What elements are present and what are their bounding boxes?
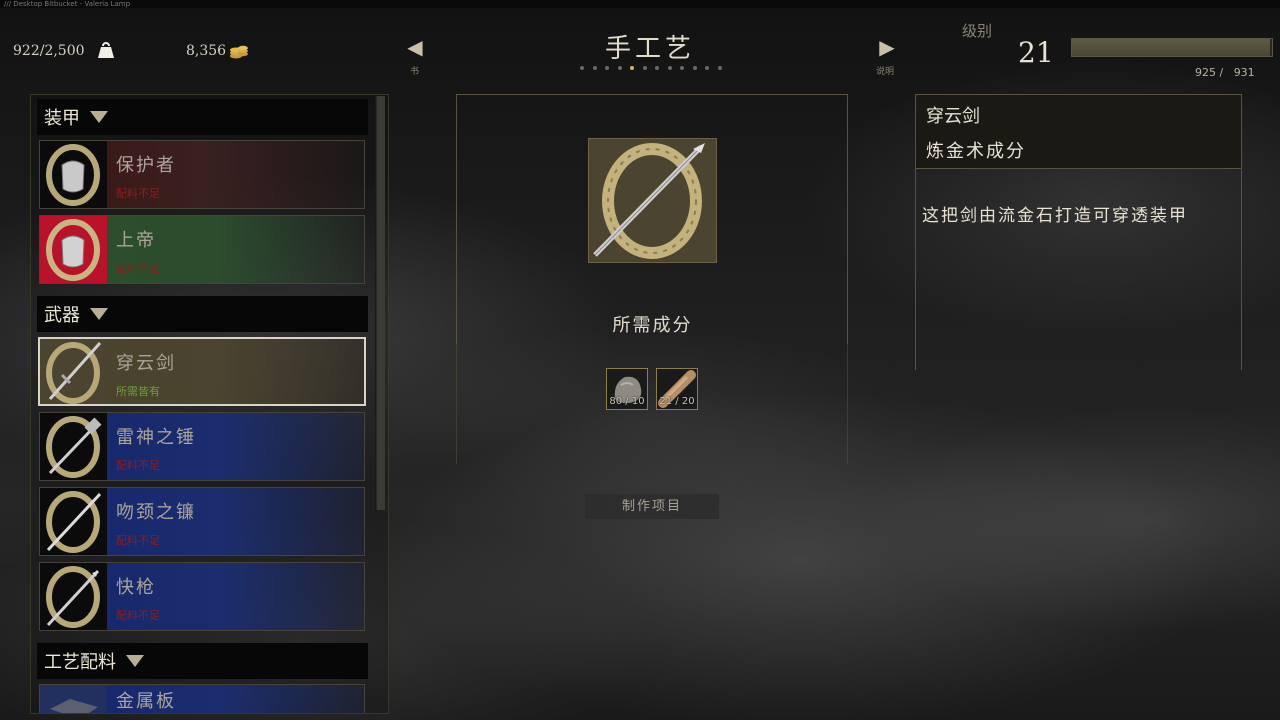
armor-chestplate-icon (40, 216, 107, 283)
prev-page-arrow-icon[interactable]: ◀ (403, 35, 427, 59)
xp-text: 925 / 931 (1195, 66, 1255, 79)
page-dot (617, 66, 622, 70)
page-dot (692, 66, 697, 70)
recipe-name: 穿云剑 (116, 353, 176, 374)
page-dot (630, 66, 635, 70)
scythe-icon (40, 488, 107, 555)
recipe-list-panel: 装甲 保护者 配料不足 上帝 配料不足 武器 穿云剑 所需皆有 雷神之锤 配料不… (30, 94, 389, 714)
recipe-item-god[interactable]: 上帝 配料不足 (39, 215, 365, 284)
gold-coins-icon (230, 45, 248, 59)
ingredient-count: 80 / 10 (609, 396, 645, 407)
item-detail-description: 这把剑由流金石打造可穿透装甲 (922, 206, 1188, 226)
sword-icon (40, 339, 107, 404)
recipe-name: 保护者 (116, 155, 176, 176)
carry-weight: 922/2,500 (13, 43, 85, 59)
recipe-status: 配料不足 (116, 187, 160, 200)
next-page-label: 说明 (876, 67, 895, 77)
category-header-weapons[interactable]: 武器 (37, 296, 368, 332)
recipe-item-neck-scythe[interactable]: 吻颈之镰 配料不足 (39, 487, 365, 556)
collapse-triangle-icon (90, 308, 108, 320)
level-value: 21 (1018, 36, 1054, 69)
page-dot (705, 66, 710, 70)
recipe-status: 所需皆有 (116, 385, 160, 398)
category-header-materials[interactable]: 工艺配料 (37, 643, 368, 679)
recipe-list-scrollbar[interactable] (375, 96, 385, 510)
recipe-name: 快枪 (116, 577, 156, 598)
page-dot (680, 66, 685, 70)
recipe-name: 吻颈之镰 (116, 502, 196, 523)
recipe-name: 金属板 (116, 691, 176, 712)
category-label: 武器 (44, 305, 80, 326)
recipe-name: 上帝 (116, 230, 156, 251)
xp-progress-fill (1072, 39, 1270, 56)
weight-icon (98, 42, 114, 58)
recipe-item-protector[interactable]: 保护者 配料不足 (39, 140, 365, 209)
category-header-armor[interactable]: 装甲 (37, 99, 368, 135)
recipe-item-metal-plate[interactable]: 金属板 (39, 684, 365, 713)
gold-amount: 8,356 (186, 43, 227, 59)
page-dot (655, 66, 660, 70)
category-label: 工艺配料 (44, 652, 116, 673)
recipe-item-quick-spear[interactable]: 快枪 配料不足 (39, 562, 365, 631)
category-label: 装甲 (44, 108, 80, 129)
page-dot (592, 66, 597, 70)
required-ingredients-title: 所需成分 (612, 315, 693, 336)
recipe-status: 配料不足 (116, 459, 160, 472)
page-dot (605, 66, 610, 70)
window-title: /// Desktop Bitbucket - Valeria Lamp (4, 0, 131, 8)
recipe-item-cloud-piercer[interactable]: 穿云剑 所需皆有 (38, 337, 366, 406)
collapse-triangle-icon (90, 111, 108, 123)
item-detail-name: 穿云剑 (926, 106, 980, 127)
recipe-status: 配料不足 (116, 609, 160, 622)
page-indicator (580, 66, 722, 70)
spear-icon (40, 563, 107, 630)
page-title: 手工艺 (604, 34, 695, 64)
page-dot (580, 66, 584, 70)
item-detail-type: 炼金术成分 (926, 141, 1026, 162)
xp-progress-bar (1071, 38, 1273, 57)
ingredient-slot-wood[interactable]: 21 / 20 (656, 368, 698, 410)
recipe-status: 配料不足 (116, 262, 160, 275)
page-dot (717, 66, 722, 70)
next-page-arrow-icon[interactable]: ▶ (875, 35, 899, 59)
selected-sword-icon (588, 138, 717, 263)
craft-preview-panel-fade (456, 344, 848, 464)
recipe-item-thor-hammer[interactable]: 雷神之锤 配料不足 (39, 412, 365, 481)
prev-page-label: 书 (410, 67, 420, 77)
metal-plate-icon (40, 685, 107, 713)
level-label: 级别 (962, 22, 993, 40)
window-title-strip: /// Desktop Bitbucket - Valeria Lamp (0, 0, 1280, 8)
ingredient-slot-stone[interactable]: 80 / 10 (606, 368, 648, 410)
armor-chestplate-icon (40, 141, 107, 208)
recipe-status: 配料不足 (116, 534, 160, 547)
collapse-triangle-icon (126, 655, 144, 667)
hammer-icon (40, 413, 107, 480)
page-dot (642, 66, 647, 70)
recipe-name: 雷神之锤 (116, 427, 196, 448)
page-dot (667, 66, 672, 70)
ingredient-count: 21 / 20 (659, 396, 695, 407)
craft-item-button[interactable]: 制作项目 (585, 494, 719, 519)
scrollbar-thumb[interactable] (377, 96, 385, 510)
